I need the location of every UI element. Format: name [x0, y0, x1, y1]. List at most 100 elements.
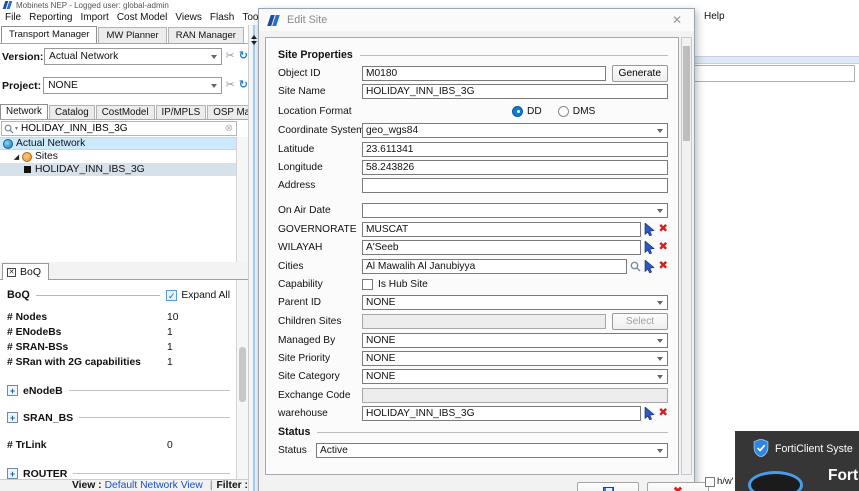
tab-network[interactable]: Network [0, 104, 48, 119]
boq-stat-value: 1 [167, 357, 173, 368]
field-label-status: Status [278, 445, 307, 457]
module-tab-mw-planner[interactable]: MW Planner [98, 27, 167, 43]
tab-ip-mpls[interactable]: IP/MPLS [155, 105, 207, 119]
field-row-site-name: Site Name HOLIDAY_INN_IBS_3G [278, 84, 668, 100]
refresh-icon[interactable]: ↻ [239, 51, 248, 62]
version-combo[interactable]: Actual Network [44, 48, 222, 65]
remove-icon[interactable]: ✖ [658, 223, 668, 235]
expand-plus-icon[interactable]: + [7, 385, 18, 396]
splitter-collapse-icon[interactable] [250, 33, 258, 47]
field-label-parent-id: Parent ID [278, 297, 322, 309]
boq-section-router: + ROUTER [7, 466, 230, 479]
site-category-combo[interactable]: NONE [362, 369, 668, 385]
wilayah-field[interactable]: A'Seeb [362, 240, 642, 256]
field-control-address [362, 178, 668, 194]
radio-dd[interactable] [512, 105, 523, 117]
tree-item-actual-network[interactable]: Actual Network [0, 137, 236, 150]
on-air-date-combo[interactable] [362, 203, 668, 219]
field-row-governorate: GOVERNORATE MUSCAT ✖ [278, 221, 668, 237]
close-icon[interactable]: ✕ [7, 267, 16, 277]
divider [359, 54, 668, 56]
field-control-object-id: M0180 Generate [362, 65, 668, 82]
expand-all-checkbox[interactable]: ✓ [166, 289, 178, 301]
site-priority-combo-value: NONE [366, 353, 396, 365]
tree-expander-icon[interactable]: ◢ [12, 153, 21, 161]
scissors-icon[interactable]: ✂ [226, 80, 235, 91]
module-tab-transport-manager[interactable]: Transport Manager [1, 26, 98, 43]
menu-item-flash[interactable]: Flash [206, 12, 238, 23]
radio-dms[interactable] [557, 105, 569, 117]
boq-stat-label: # SRan with 2G capabilities [7, 357, 141, 368]
managed-by-combo[interactable]: NONE [362, 332, 668, 348]
latitude-field[interactable]: 23.611341 [362, 141, 668, 157]
scrollbar-thumb[interactable] [683, 46, 690, 141]
cursor-icon[interactable] [644, 241, 656, 255]
left-scrollbar[interactable] [236, 137, 248, 479]
hw-option-row: h/w' [705, 476, 734, 487]
expand-all-label: Expand All [181, 289, 230, 301]
remove-icon[interactable]: ✖ [658, 241, 668, 253]
tree-item-sites[interactable]: ◢ Sites [0, 150, 236, 163]
view-value-link[interactable]: Default Network View [105, 480, 203, 491]
field-control-coordinate-system: geo_wgs84 [362, 123, 668, 139]
remove-icon[interactable]: ✖ [658, 408, 668, 420]
forticlient-toast[interactable]: FortiClient Syste Forti [735, 431, 859, 491]
menu-item-cost-model[interactable]: Cost Model [113, 12, 172, 23]
chevron-down-icon [657, 301, 663, 306]
view-label: View : [72, 480, 102, 491]
menu-item-help[interactable]: Help [700, 11, 729, 22]
is-hub-site-checkbox[interactable] [362, 278, 373, 290]
refresh-icon[interactable]: ↻ [239, 80, 248, 91]
close-icon[interactable]: ✕ [668, 12, 686, 28]
menu-item-file[interactable]: File [1, 12, 25, 23]
divider [68, 390, 230, 391]
boq-stat-value: 1 [167, 342, 173, 353]
remove-icon[interactable]: ✖ [658, 260, 668, 272]
cities-field[interactable]: Al Mawalih Al Janubiyya [362, 258, 628, 274]
save-button[interactable] [577, 482, 639, 491]
module-tab-ran-manager[interactable]: RAN Manager [167, 27, 244, 43]
address-field[interactable] [362, 178, 668, 194]
chevron-down-icon [657, 209, 663, 214]
warehouse-field[interactable]: HOLIDAY_INN_IBS_3G [362, 406, 642, 422]
tree-item-holiday-inn-ibs-3g[interactable]: HOLIDAY_INN_IBS_3G [0, 163, 236, 176]
scrollbar-thumb[interactable] [239, 347, 246, 402]
menu-item-import[interactable]: Import [76, 12, 112, 23]
tree-search-input[interactable] [21, 123, 225, 134]
site-name-field[interactable]: HOLIDAY_INN_IBS_3G [362, 84, 668, 100]
parent-id-combo[interactable]: NONE [362, 295, 668, 311]
expand-plus-icon[interactable]: + [7, 468, 18, 479]
site-priority-combo[interactable]: NONE [362, 351, 668, 367]
boq-stat-label: # ENodeBs [7, 327, 62, 338]
object-id-field[interactable]: M0180 [362, 66, 606, 81]
longitude-field[interactable]: 58.243826 [362, 159, 668, 175]
boq-stat-nodes: # Nodes 10 [7, 312, 230, 327]
project-combo[interactable]: NONE [43, 77, 222, 94]
cancel-button[interactable]: ✖ [647, 482, 709, 491]
dialog-titlebar[interactable]: Edit Site ✕ [259, 9, 694, 31]
tab-boq[interactable]: ✕ BoQ [2, 263, 50, 280]
status-combo[interactable]: Active [316, 443, 668, 459]
tab-costmodel[interactable]: CostModel [95, 105, 155, 119]
clear-search-icon[interactable]: ⊗ [225, 123, 233, 134]
panel-splitter[interactable] [248, 25, 258, 491]
coordinate-system-combo[interactable]: geo_wgs84 [362, 123, 668, 139]
search-icon[interactable] [630, 261, 641, 272]
scissors-icon[interactable]: ✂ [226, 51, 235, 62]
field-label-coordinate-system: Coordinate System [278, 125, 362, 137]
hw-checkbox[interactable] [705, 476, 715, 487]
boq-stat-sran-bss: # SRAN-BSs 1 [7, 342, 230, 357]
menu-item-views[interactable]: Views [171, 12, 206, 23]
governorate-field[interactable]: MUSCAT [362, 221, 642, 237]
tab-catalog[interactable]: Catalog [48, 105, 95, 119]
expand-plus-icon[interactable]: + [7, 412, 18, 423]
dialog-scrollbar[interactable] [681, 37, 692, 475]
statusbar: View : Default Network View | Filter : N… [0, 479, 276, 491]
radio-label-dms: DMS [572, 105, 596, 117]
cursor-icon[interactable] [644, 259, 656, 273]
menu-item-reporting[interactable]: Reporting [25, 12, 76, 23]
generate-button[interactable]: Generate [611, 65, 668, 82]
cursor-icon[interactable] [644, 222, 656, 236]
cursor-icon[interactable] [644, 407, 656, 421]
select-button[interactable]: Select [612, 312, 668, 330]
